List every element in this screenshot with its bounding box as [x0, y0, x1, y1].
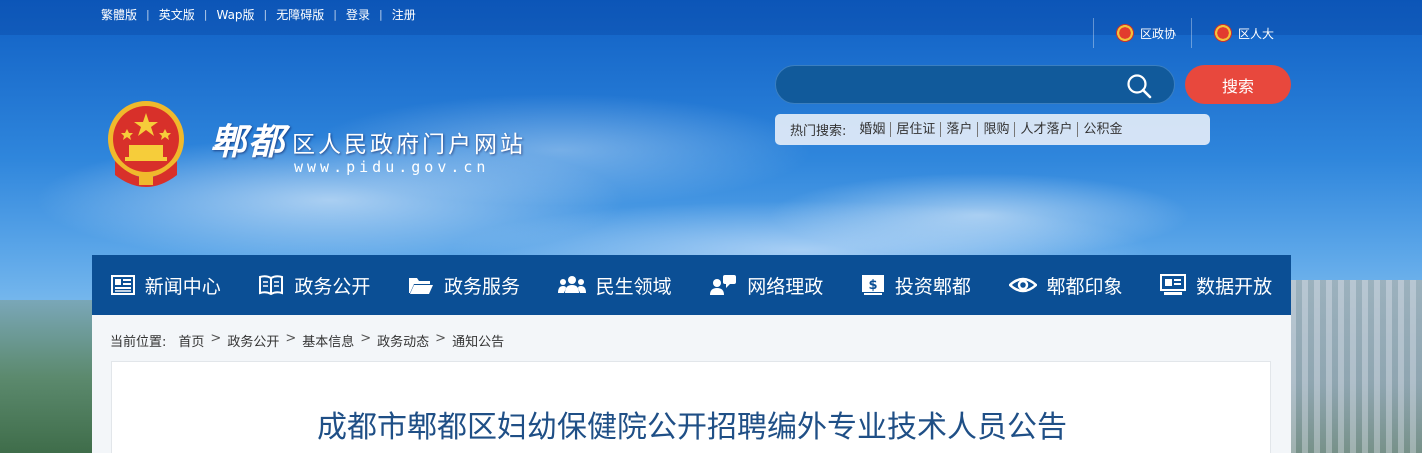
search-button[interactable]: 搜索 [1185, 65, 1291, 104]
svg-text:$: $ [868, 278, 877, 293]
book-icon [259, 275, 284, 296]
article-title: 成都市郫都区妇幼保健院公开招聘编外专业技术人员公告 [317, 410, 1067, 445]
city-background-left [0, 300, 95, 453]
hot-search-item[interactable]: 公积金 [1077, 122, 1127, 137]
nav-item-gov-service[interactable]: 政务服务 [408, 272, 520, 299]
nav-label: 郫都印象 [1046, 275, 1123, 298]
nav-label: 政务公开 [294, 275, 371, 298]
nav-item-invest[interactable]: $ 投资郫都 [861, 272, 971, 299]
site-url: www.pidu.gov.cn [294, 158, 490, 176]
nav-label: 新闻中心 [144, 275, 221, 298]
monitor-icon [1160, 274, 1187, 295]
top-link-accessible[interactable]: 无障碍版 [267, 6, 333, 23]
npc-emblem-icon [1214, 24, 1232, 42]
top-link-traditional[interactable]: 繁體版 [92, 6, 146, 23]
nav-label: 民生领域 [595, 275, 672, 298]
site-title: 区人民政府门户网站 [292, 132, 526, 158]
nav-item-online-gov[interactable]: 网络理政 [709, 272, 823, 299]
breadcrumb-separator: > [285, 331, 297, 346]
hot-search-label: 热门搜索: [790, 124, 847, 139]
article-panel: 成都市郫都区妇幼保健院公开招聘编外专业技术人员公告 [111, 361, 1271, 453]
hot-search-item[interactable]: 居住证 [890, 122, 940, 137]
hot-search-item[interactable]: 婚姻 [854, 122, 890, 137]
nav-item-data-open[interactable]: 数据开放 [1160, 272, 1272, 299]
newspaper-icon [110, 275, 135, 295]
national-emblem-icon [108, 101, 184, 187]
chat-user-icon [710, 275, 737, 295]
top-links: 繁體版 | 英文版 | Wap版 | 无障碍版 | 登录 | 注册 [92, 6, 425, 23]
top-link-register[interactable]: 注册 [383, 6, 425, 23]
eye-icon [1008, 277, 1037, 293]
cppcc-emblem-icon [1116, 24, 1134, 42]
hot-search-item[interactable]: 落户 [940, 122, 977, 137]
nav-label: 政务服务 [444, 275, 521, 298]
content-area: 当前位置: 首页 > 政务公开 > 基本信息 > 政务动态 > 通知公告 成都市… [92, 315, 1291, 453]
cppcc-link[interactable]: 区政协 [1093, 18, 1176, 48]
main-nav: 新闻中心 政务公开 政务服务 民生领域 网络理政 $ 投资郫都 郫都印象 数据开… [92, 255, 1291, 315]
breadcrumb-gov-open[interactable]: 政务公开 [227, 331, 279, 350]
nav-label: 数据开放 [1196, 275, 1273, 298]
folder-icon [409, 278, 434, 294]
cppcc-label: 区政协 [1140, 26, 1177, 41]
people-icon [557, 276, 586, 293]
breadcrumb-notices[interactable]: 通知公告 [452, 331, 504, 350]
search-icon[interactable] [1126, 73, 1152, 99]
top-link-login[interactable]: 登录 [337, 6, 379, 23]
breadcrumb: 当前位置: 首页 > 政务公开 > 基本信息 > 政务动态 > 通知公告 [110, 331, 504, 350]
breadcrumb-separator: > [210, 331, 222, 346]
breadcrumb-separator: > [435, 331, 447, 346]
search-input[interactable] [775, 65, 1175, 104]
dollar-icon: $ [861, 275, 884, 295]
breadcrumb-basic-info[interactable]: 基本信息 [302, 331, 354, 350]
top-link-english[interactable]: 英文版 [150, 6, 204, 23]
top-link-wap[interactable]: Wap版 [207, 6, 263, 23]
npc-link[interactable]: 区人大 [1191, 18, 1274, 48]
breadcrumb-home[interactable]: 首页 [178, 331, 204, 350]
city-background-right [1290, 280, 1422, 453]
hot-search-item[interactable]: 限购 [977, 122, 1014, 137]
site-logo[interactable]: 郫都 区人民政府门户网站 www.pidu.gov.cn [210, 113, 523, 176]
npc-label: 区人大 [1238, 26, 1275, 41]
hot-search-bar: 热门搜索: 婚姻 居住证 落户 限购 人才落户 公积金 [775, 114, 1210, 145]
breadcrumb-label: 当前位置: [110, 335, 167, 350]
nav-label: 投资郫都 [894, 275, 971, 298]
nav-item-gov-open[interactable]: 政务公开 [258, 272, 370, 299]
nav-item-news[interactable]: 新闻中心 [110, 272, 221, 299]
nav-label: 网络理政 [747, 275, 824, 298]
nav-item-impression[interactable]: 郫都印象 [1008, 272, 1123, 299]
breadcrumb-gov-news[interactable]: 政务动态 [377, 331, 429, 350]
nav-item-livelihood[interactable]: 民生领域 [557, 272, 672, 299]
hot-search-item[interactable]: 人才落户 [1014, 122, 1077, 137]
site-name-big: 郫都 [210, 121, 287, 163]
breadcrumb-separator: > [360, 331, 372, 346]
